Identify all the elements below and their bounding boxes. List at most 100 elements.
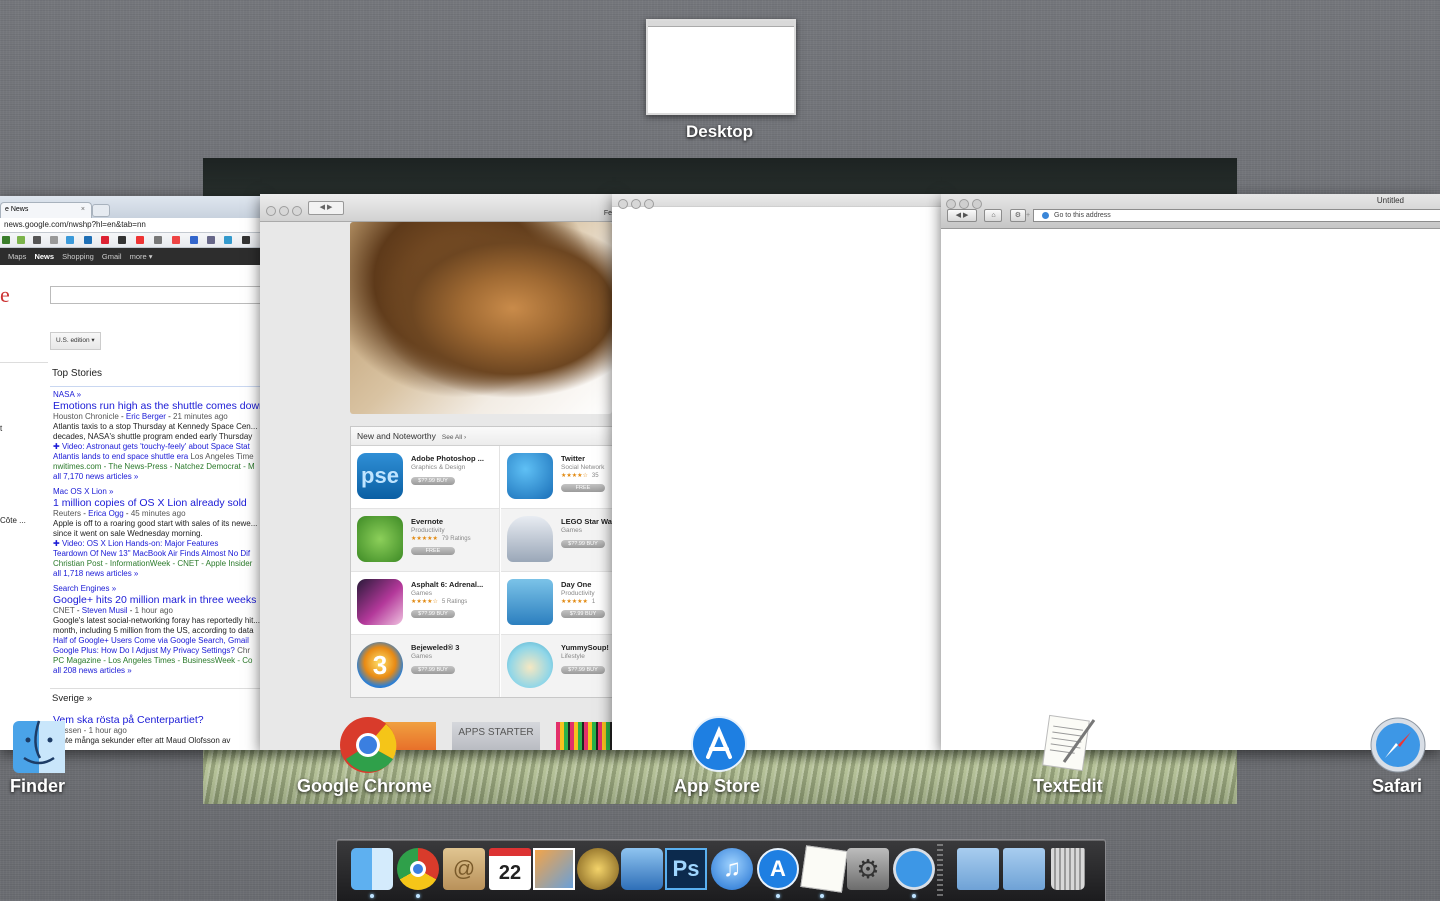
app-item[interactable]: Asphalt 6: Adrenal... Games ★★★★☆ 5 Ratin… — [351, 572, 500, 635]
dock-address-book-icon[interactable]: @ — [443, 848, 485, 890]
zoom-button[interactable] — [644, 199, 654, 209]
story-section[interactable]: NASA » — [53, 390, 262, 400]
dock-safari-icon[interactable] — [893, 848, 935, 890]
app-item[interactable]: Day One Productivity ★★★★★ 1 $?.99 BUY — [501, 572, 616, 635]
promo-banner[interactable] — [556, 722, 616, 750]
dock-aperture-icon[interactable] — [577, 848, 619, 890]
story-section[interactable]: Mac OS X Lion » — [53, 487, 262, 497]
story-headline[interactable]: 1 million copies of OS X Lion already so… — [53, 497, 262, 509]
story-author[interactable]: Steven Musil — [82, 606, 128, 615]
bookmark-icon[interactable] — [66, 236, 74, 244]
dock-mission-control-icon[interactable] — [621, 848, 663, 890]
bookmark-icon[interactable] — [136, 236, 144, 244]
story-related[interactable]: Teardown Of New 13" MacBook Air Finds Al… — [53, 549, 262, 559]
app-price-button[interactable]: FREE — [561, 484, 605, 492]
close-button[interactable] — [618, 199, 628, 209]
bookmark-icon[interactable] — [190, 236, 198, 244]
new-tab-button[interactable] — [92, 204, 110, 217]
story-related[interactable]: Google Plus: How Do I Adjust My Privacy … — [53, 646, 235, 655]
chrome-address-bar[interactable]: news.google.com/nwshp?hl=en&tab=nn — [0, 218, 262, 233]
minimize-button[interactable] — [631, 199, 641, 209]
edition-selector[interactable]: U.S. edition ▾ — [50, 332, 101, 350]
bookmark-icon[interactable] — [154, 236, 162, 244]
story-all-articles[interactable]: all 208 news articles » — [53, 666, 262, 676]
app-item[interactable]: YummySoup! Lifestyle $??.99 BUY — [501, 635, 616, 697]
dock-finder-icon[interactable] — [351, 848, 393, 890]
app-price-button[interactable]: $??.99 BUY — [561, 666, 605, 674]
see-all-link[interactable]: See All › — [442, 434, 466, 441]
sverige-heading[interactable]: Sverige » — [52, 694, 92, 704]
app-item[interactable]: LEGO Star Wa Games $??.99 BUY — [501, 509, 616, 572]
story-author[interactable]: Erica Ogg — [88, 509, 124, 518]
zoom-button[interactable] — [292, 206, 302, 216]
bookmark-icon[interactable] — [172, 236, 180, 244]
app-item[interactable]: pse Adobe Photoshop ... Graphics & Desig… — [351, 446, 500, 509]
sverige-headline[interactable]: Vem ska rösta på Centerpartiet? — [53, 714, 230, 726]
app-price-button[interactable]: FREE — [411, 547, 455, 555]
settings-icon[interactable]: ⚙ — [1009, 209, 1026, 222]
story-headline[interactable]: Emotions run high as the shuttle comes d… — [53, 400, 262, 412]
app-price-button[interactable]: $?.99 BUY — [561, 610, 605, 618]
back-forward-buttons[interactable]: ◀ ▶ — [308, 201, 344, 215]
news-search-input[interactable] — [50, 286, 262, 304]
add-bookmark-icon[interactable]: + — [1026, 210, 1030, 221]
app-item[interactable]: Twitter Social Network ★★★★☆ 35 FREE — [501, 446, 616, 509]
app-price-button[interactable]: $??.99 BUY — [411, 477, 455, 485]
chrome-tab[interactable]: e News × — [0, 202, 92, 218]
chrome-window[interactable]: e News × news.google.com/nwshp?hl=en&tab=… — [0, 196, 262, 750]
close-button[interactable] — [266, 206, 276, 216]
story-author[interactable]: Eric Berger — [126, 412, 166, 421]
story-video-link[interactable]: ✚ Video: Astronaut gets 'touchy-feely' a… — [53, 442, 262, 452]
os-x-lion-banner[interactable] — [350, 222, 612, 414]
gbar-more[interactable]: more ▾ — [130, 252, 153, 261]
textedit-icon[interactable] — [1038, 712, 1100, 774]
dock-iphoto-icon[interactable] — [533, 848, 575, 890]
bookmark-icon[interactable] — [50, 236, 58, 244]
bookmark-icon[interactable] — [242, 236, 250, 244]
bookmark-icon[interactable] — [33, 236, 41, 244]
apps-starter-kit-banner[interactable]: APPS STARTER KIT — [452, 722, 540, 750]
textedit-window[interactable] — [612, 194, 942, 750]
story-more-sources[interactable]: PC Magazine - Los Angeles Times - Busine… — [53, 656, 262, 666]
google-chrome-icon[interactable] — [338, 715, 398, 775]
tab-close-icon[interactable]: × — [81, 203, 85, 217]
story-more-sources[interactable]: Christian Post - InformationWeek - CNET … — [53, 559, 262, 569]
home-icon[interactable]: ⌂ — [984, 209, 1003, 222]
app-item[interactable]: Evernote Productivity ★★★★★ 79 Ratings FR… — [351, 509, 500, 572]
dock-documents-folder-icon[interactable] — [1003, 848, 1045, 890]
app-price-button[interactable]: $??.99 BUY — [411, 666, 455, 674]
finder-icon[interactable] — [10, 718, 68, 776]
dock-applications-folder-icon[interactable] — [957, 848, 999, 890]
gbar-maps[interactable]: Maps — [8, 252, 26, 261]
story-all-articles[interactable]: all 7,170 news articles » — [53, 472, 262, 482]
video-link-text[interactable]: Video: OS X Lion Hands-on: Major Feature… — [62, 539, 218, 548]
desktop-space-thumbnail[interactable] — [646, 19, 796, 115]
safari-address-field[interactable]: + Go to this address — [1026, 209, 1440, 222]
story-video-link[interactable]: ✚ Video: OS X Lion Hands-on: Major Featu… — [53, 539, 262, 549]
dock-itunes-icon[interactable]: ♫ — [711, 848, 753, 890]
bookmark-icon[interactable] — [84, 236, 92, 244]
dock-app-store-icon[interactable]: A — [757, 848, 799, 890]
minimize-button[interactable] — [279, 206, 289, 216]
story-headline[interactable]: Google+ hits 20 million mark in three we… — [53, 594, 262, 606]
bookmark-icon[interactable] — [101, 236, 109, 244]
safari-window[interactable]: Untitled ◀ ▶ ⌂ ⚙ + Go to this address — [941, 194, 1440, 750]
safari-icon[interactable] — [1369, 716, 1427, 774]
app-price-button[interactable]: $??.99 BUY — [561, 540, 605, 548]
gbar-news[interactable]: News — [34, 252, 54, 261]
dock-textedit-icon[interactable] — [800, 845, 848, 893]
story-video-link[interactable]: Half of Google+ Users Come via Google Se… — [53, 636, 262, 646]
story-more-sources[interactable]: nwitimes.com - The News-Press - Natchez … — [53, 462, 262, 472]
bookmark-icon[interactable] — [207, 236, 215, 244]
story-section[interactable]: Search Engines » — [53, 584, 262, 594]
dock-calendar-icon[interactable]: 22 — [489, 848, 531, 890]
gbar-shopping[interactable]: Shopping — [62, 252, 94, 261]
app-price-button[interactable]: $??.99 BUY — [411, 610, 455, 618]
gbar-gmail[interactable]: Gmail — [102, 252, 122, 261]
app-store-window[interactable]: ◀ ▶ Fe New and Noteworthy See All › pse A… — [260, 194, 616, 750]
app-item[interactable]: 3 Bejeweled® 3 Games $??.99 BUY — [351, 635, 500, 697]
dock-system-preferences-icon[interactable]: ⚙ — [847, 848, 889, 890]
bookmark-icon[interactable] — [2, 236, 10, 244]
dock-trash-icon[interactable] — [1051, 848, 1085, 890]
bookmark-icon[interactable] — [118, 236, 126, 244]
